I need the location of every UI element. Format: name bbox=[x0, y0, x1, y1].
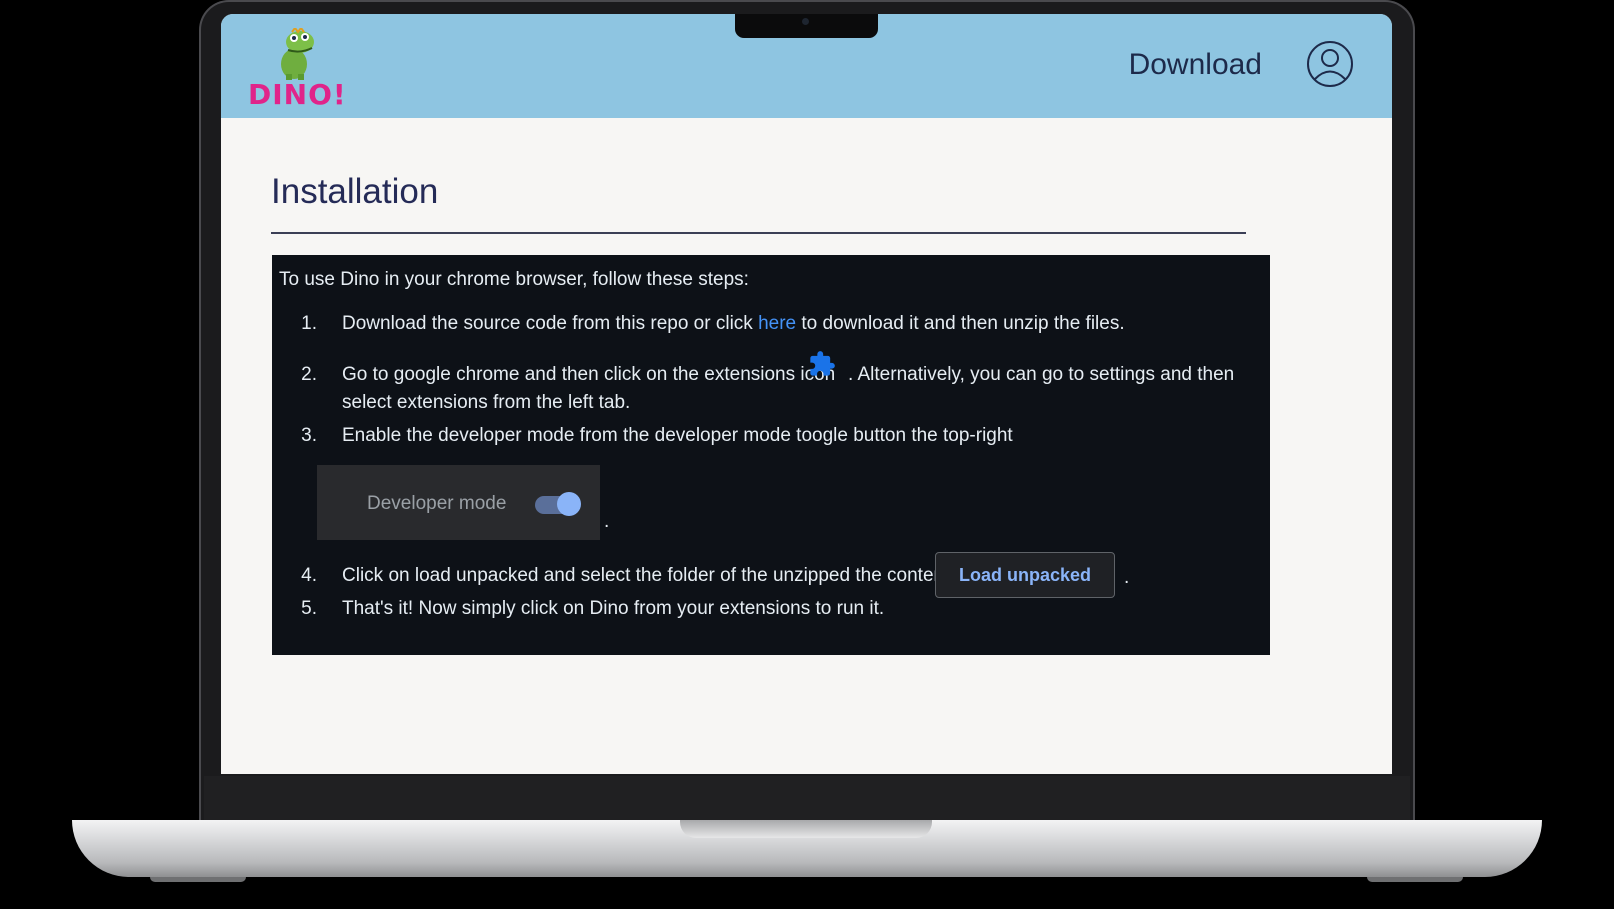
laptop-base bbox=[72, 820, 1542, 877]
period: . bbox=[1124, 567, 1130, 588]
puzzle-extension-icon bbox=[810, 351, 835, 376]
load-unpacked-button[interactable]: Load unpacked bbox=[935, 552, 1115, 598]
laptop-foot-right bbox=[1367, 877, 1463, 882]
camera-notch bbox=[735, 14, 878, 38]
step-text: select extensions from the left tab. bbox=[342, 392, 631, 413]
step-number: 5. bbox=[301, 598, 317, 619]
user-avatar-icon bbox=[1307, 41, 1353, 87]
laptop-screen: DINO! Download Installation To use Dino … bbox=[221, 14, 1392, 774]
dino-logo[interactable]: DINO! bbox=[248, 28, 346, 111]
step-4: 4. Click on load unpacked and select the… bbox=[297, 565, 949, 587]
step-text: Download the source code from this repo … bbox=[342, 313, 759, 334]
step-text: Click on load unpacked and select the fo… bbox=[342, 565, 950, 586]
instructions-intro: To use Dino in your chrome browser, foll… bbox=[279, 269, 749, 290]
here-download-link[interactable]: here bbox=[758, 313, 796, 334]
logo-text: DINO! bbox=[248, 78, 347, 111]
nav-download-link[interactable]: Download bbox=[1129, 48, 1262, 82]
page-title: Installation bbox=[271, 172, 439, 211]
step-text: That's it! Now simply click on Dino from… bbox=[342, 598, 885, 619]
step-number: 4. bbox=[301, 565, 317, 586]
developer-mode-screenshot: Developer mode bbox=[317, 465, 600, 540]
laptop-chin bbox=[204, 776, 1410, 822]
dino-logo-icon bbox=[281, 28, 314, 80]
step-number: 3. bbox=[301, 425, 317, 446]
laptop-groove bbox=[680, 820, 932, 838]
step-1: 1. Download the source code from this re… bbox=[297, 313, 1125, 335]
step-number: 1. bbox=[301, 313, 317, 334]
period: . bbox=[604, 511, 610, 532]
laptop-foot-left bbox=[150, 877, 246, 882]
instructions-panel: To use Dino in your chrome browser, foll… bbox=[272, 255, 1270, 655]
step-5: 5. That's it! Now simply click on Dino f… bbox=[297, 598, 884, 620]
step-number: 2. bbox=[301, 364, 317, 385]
step-2: 2. Go to google chrome and then click on… bbox=[297, 351, 1234, 386]
step-text: . Alternatively, you can go to settings … bbox=[848, 364, 1235, 385]
title-divider bbox=[271, 232, 1246, 234]
step-text: Go to google chrome and then click on th… bbox=[342, 364, 836, 385]
toggle-knob bbox=[557, 492, 581, 516]
step-3: 3. Enable the developer mode from the de… bbox=[297, 425, 1013, 447]
camera-lens bbox=[802, 18, 809, 25]
developer-mode-label: Developer mode bbox=[367, 493, 507, 514]
step-text: to download it and then unzip the files. bbox=[796, 313, 1125, 334]
user-avatar[interactable] bbox=[1306, 40, 1354, 88]
step-text: Enable the developer mode from the devel… bbox=[342, 425, 1013, 446]
